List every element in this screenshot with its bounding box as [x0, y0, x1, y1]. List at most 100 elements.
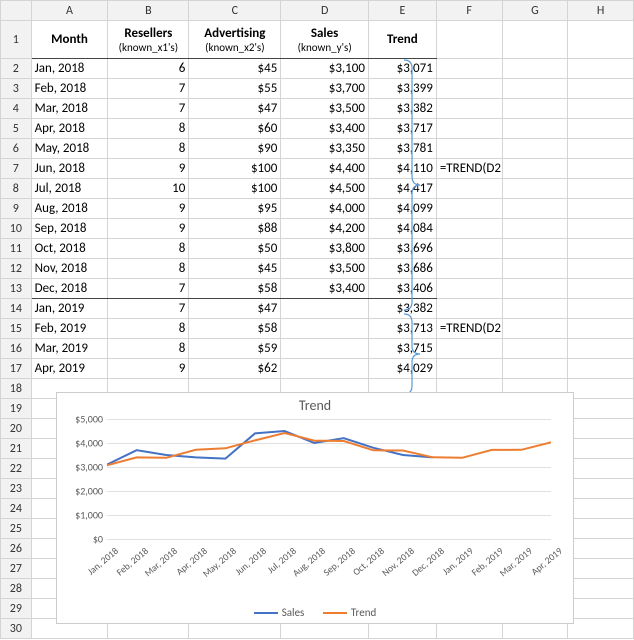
- row-header-16[interactable]: 16: [1, 339, 32, 359]
- cell-B4[interactable]: 7: [108, 99, 189, 119]
- row-header-11[interactable]: 11: [1, 239, 32, 259]
- cell-D1[interactable]: Sales (known_y's): [281, 21, 369, 59]
- cell-D8[interactable]: $4,500: [281, 179, 369, 199]
- cell-A1[interactable]: Month: [31, 21, 108, 59]
- row-header-14[interactable]: 14: [1, 299, 32, 319]
- cell-H14[interactable]: [568, 299, 634, 319]
- cell-F16[interactable]: [436, 339, 502, 359]
- cell-H25[interactable]: [568, 519, 634, 539]
- cell-H15[interactable]: [568, 319, 634, 339]
- cell-H8[interactable]: [568, 179, 634, 199]
- cell-C9[interactable]: $95: [189, 199, 281, 219]
- row-header-1[interactable]: 1: [1, 21, 32, 59]
- cell-D6[interactable]: $3,350: [281, 139, 369, 159]
- cell-H9[interactable]: [568, 199, 634, 219]
- cell-H4[interactable]: [568, 99, 634, 119]
- cell-A12[interactable]: Nov, 2018: [31, 259, 108, 279]
- row-header-19[interactable]: 19: [1, 399, 32, 419]
- cell-A2[interactable]: Jan, 2018: [31, 59, 108, 79]
- row-header-9[interactable]: 9: [1, 199, 32, 219]
- col-header-H[interactable]: H: [568, 1, 634, 21]
- cell-E17[interactable]: $4,029: [368, 359, 436, 379]
- cell-H20[interactable]: [568, 419, 634, 439]
- cell-A14[interactable]: Jan, 2019: [31, 299, 108, 319]
- cell-F13[interactable]: [436, 279, 502, 299]
- cell-G2[interactable]: [502, 59, 568, 79]
- trend-chart[interactable]: Trend $0$1,000$2,000$3,000$4,000$5,000 J…: [56, 392, 574, 624]
- cell-D2[interactable]: $3,100: [281, 59, 369, 79]
- cell-E16[interactable]: $3,715: [368, 339, 436, 359]
- cell-H18[interactable]: [568, 379, 634, 399]
- cell-D15[interactable]: [281, 319, 369, 339]
- col-header-C[interactable]: C: [189, 1, 281, 21]
- cell-H11[interactable]: [568, 239, 634, 259]
- cell-A8[interactable]: Jul, 2018: [31, 179, 108, 199]
- row-header-8[interactable]: 8: [1, 179, 32, 199]
- cell-D3[interactable]: $3,700: [281, 79, 369, 99]
- cell-E14[interactable]: $3,382: [368, 299, 436, 319]
- cell-F6[interactable]: [436, 139, 502, 159]
- cell-A7[interactable]: Jun, 2018: [31, 159, 108, 179]
- col-header-G[interactable]: G: [502, 1, 568, 21]
- cell-E7[interactable]: $4,110: [368, 159, 436, 179]
- cell-F9[interactable]: [436, 199, 502, 219]
- row-header-27[interactable]: 27: [1, 559, 32, 579]
- cell-F11[interactable]: [436, 239, 502, 259]
- cell-B2[interactable]: 6: [108, 59, 189, 79]
- cell-B12[interactable]: 8: [108, 259, 189, 279]
- row-header-17[interactable]: 17: [1, 359, 32, 379]
- row-header-15[interactable]: 15: [1, 319, 32, 339]
- cell-D17[interactable]: [281, 359, 369, 379]
- cell-E6[interactable]: $3,781: [368, 139, 436, 159]
- cell-G15[interactable]: [502, 319, 568, 339]
- row-header-6[interactable]: 6: [1, 139, 32, 159]
- cell-C12[interactable]: $45: [189, 259, 281, 279]
- row-header-13[interactable]: 13: [1, 279, 32, 299]
- cell-H10[interactable]: [568, 219, 634, 239]
- cell-H7[interactable]: [568, 159, 634, 179]
- cell-G4[interactable]: [502, 99, 568, 119]
- cell-A11[interactable]: Oct, 2018: [31, 239, 108, 259]
- spreadsheet-grid[interactable]: A B C D E F G H 1 Month Resellers (known…: [0, 0, 634, 640]
- cell-C14[interactable]: $47: [189, 299, 281, 319]
- cell-E12[interactable]: $3,686: [368, 259, 436, 279]
- cell-C1[interactable]: Advertising (known_x2's): [189, 21, 281, 59]
- cell-F7[interactable]: =TREND(D2:D13,B2:C13): [436, 159, 502, 179]
- cell-B17[interactable]: 9: [108, 359, 189, 379]
- cell-G3[interactable]: [502, 79, 568, 99]
- cell-G16[interactable]: [502, 339, 568, 359]
- cell-B8[interactable]: 10: [108, 179, 189, 199]
- cell-B10[interactable]: 9: [108, 219, 189, 239]
- cell-D4[interactable]: $3,500: [281, 99, 369, 119]
- cell-C16[interactable]: $59: [189, 339, 281, 359]
- cell-H2[interactable]: [568, 59, 634, 79]
- cell-G5[interactable]: [502, 119, 568, 139]
- cell-H5[interactable]: [568, 119, 634, 139]
- cell-C6[interactable]: $90: [189, 139, 281, 159]
- cell-A15[interactable]: Feb, 2019: [31, 319, 108, 339]
- cell-G8[interactable]: [502, 179, 568, 199]
- row-header-4[interactable]: 4: [1, 99, 32, 119]
- cell-D14[interactable]: [281, 299, 369, 319]
- cell-D10[interactable]: $4,200: [281, 219, 369, 239]
- cell-A9[interactable]: Aug, 2018: [31, 199, 108, 219]
- cell-A6[interactable]: May, 2018: [31, 139, 108, 159]
- cell-A13[interactable]: Dec, 2018: [31, 279, 108, 299]
- cell-C5[interactable]: $60: [189, 119, 281, 139]
- col-header-F[interactable]: F: [436, 1, 502, 21]
- row-header-12[interactable]: 12: [1, 259, 32, 279]
- cell-F8[interactable]: [436, 179, 502, 199]
- cell-E2[interactable]: $3,071: [368, 59, 436, 79]
- cell-F4[interactable]: [436, 99, 502, 119]
- cell-F15[interactable]: =TREND(D2:D13,B2:C13,B14:C17): [436, 319, 502, 339]
- cell-C10[interactable]: $88: [189, 219, 281, 239]
- cell-C15[interactable]: $58: [189, 319, 281, 339]
- col-header-B[interactable]: B: [108, 1, 189, 21]
- row-header-10[interactable]: 10: [1, 219, 32, 239]
- cell-B7[interactable]: 9: [108, 159, 189, 179]
- cell-G9[interactable]: [502, 199, 568, 219]
- cell-F10[interactable]: [436, 219, 502, 239]
- cell-C3[interactable]: $55: [189, 79, 281, 99]
- cell-B14[interactable]: 7: [108, 299, 189, 319]
- row-header-7[interactable]: 7: [1, 159, 32, 179]
